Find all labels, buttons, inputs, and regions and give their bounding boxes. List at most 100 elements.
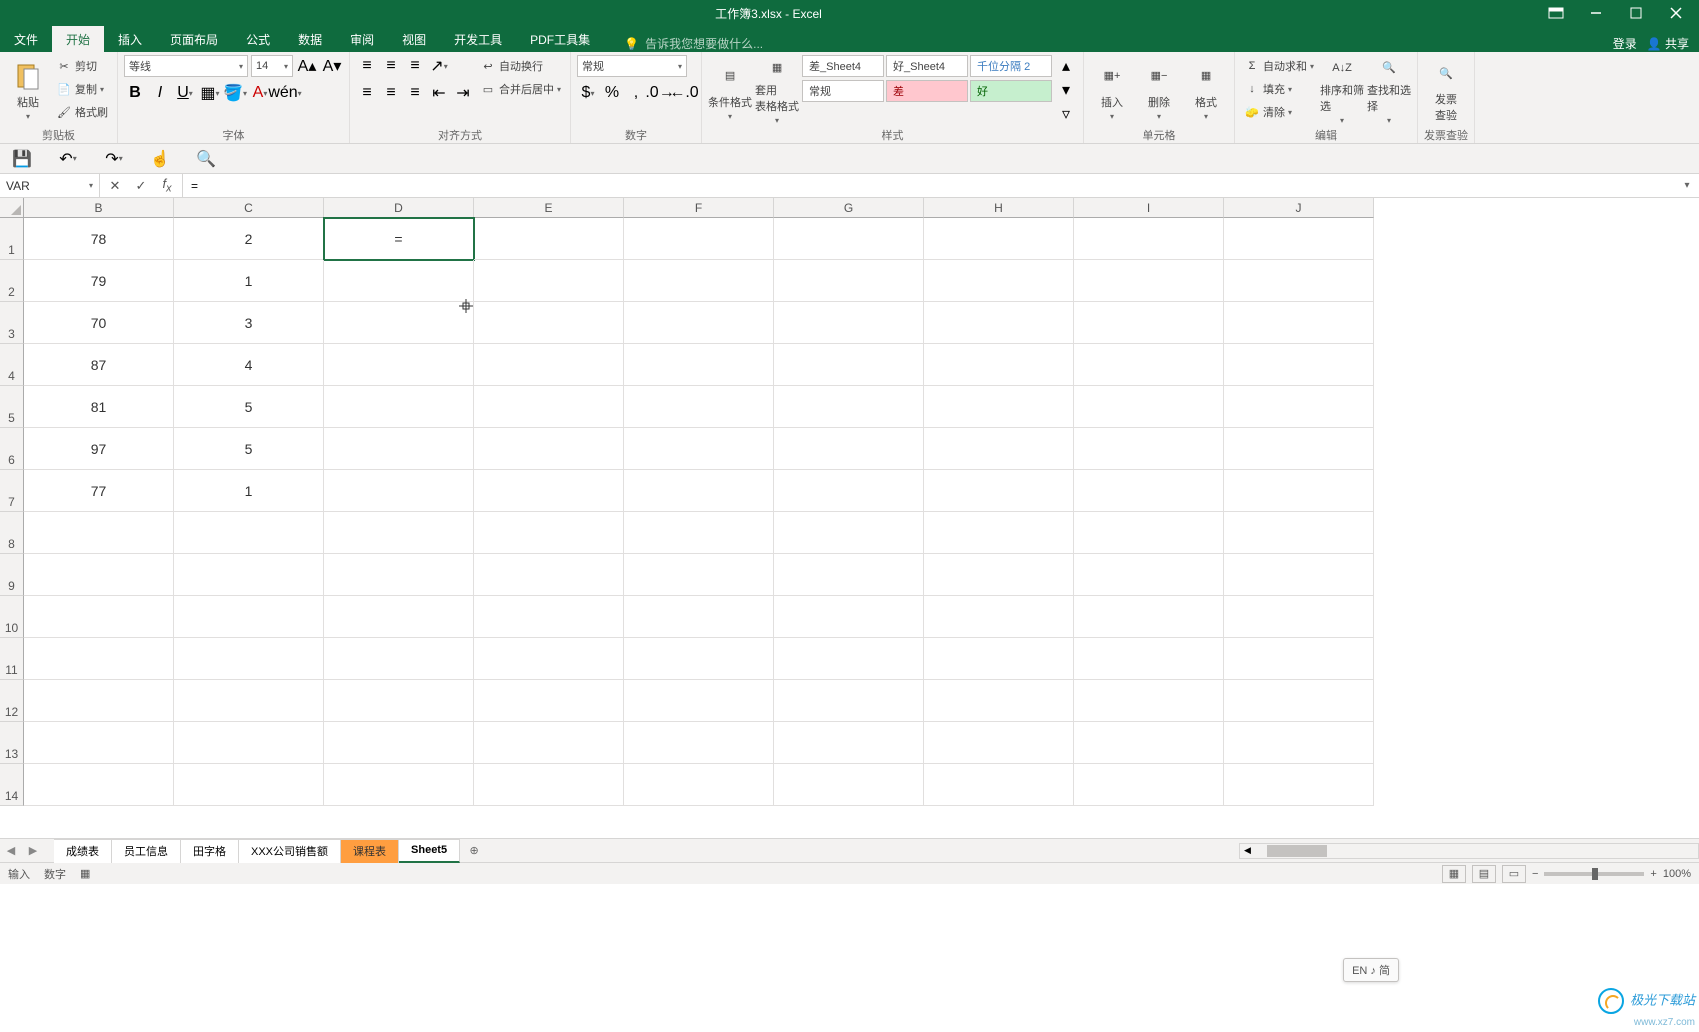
- cell-J8[interactable]: [1224, 512, 1374, 554]
- row-head-5[interactable]: 5: [0, 386, 24, 428]
- cell-B4[interactable]: 87: [24, 344, 174, 386]
- paste-button[interactable]: 粘贴▾: [6, 55, 50, 125]
- sheet-tab-1[interactable]: 员工信息: [112, 839, 181, 863]
- cell-D3[interactable]: [324, 302, 474, 344]
- wrap-text-button[interactable]: ↩自动换行: [477, 55, 564, 77]
- cell-J2[interactable]: [1224, 260, 1374, 302]
- align-left-icon[interactable]: ≡: [356, 82, 378, 104]
- style-bad-sheet4[interactable]: 差_Sheet4: [802, 55, 884, 77]
- cell-F11[interactable]: [624, 638, 774, 680]
- cell-C12[interactable]: [174, 680, 324, 722]
- cell-C9[interactable]: [174, 554, 324, 596]
- cell-C1[interactable]: 2: [174, 218, 324, 260]
- col-head-G[interactable]: G: [774, 198, 924, 218]
- cell-E5[interactable]: [474, 386, 624, 428]
- row-head-14[interactable]: 14: [0, 764, 24, 806]
- cell-D9[interactable]: [324, 554, 474, 596]
- copy-button[interactable]: 📄复制 ▾: [53, 78, 111, 100]
- row-head-7[interactable]: 7: [0, 470, 24, 512]
- cell-D4[interactable]: [324, 344, 474, 386]
- tab-developer[interactable]: 开发工具: [440, 26, 516, 52]
- cell-G2[interactable]: [774, 260, 924, 302]
- cell-J10[interactable]: [1224, 596, 1374, 638]
- cell-B12[interactable]: [24, 680, 174, 722]
- horizontal-scrollbar[interactable]: ◀: [1239, 843, 1699, 859]
- cell-B7[interactable]: 77: [24, 470, 174, 512]
- cell-B5[interactable]: 81: [24, 386, 174, 428]
- cell-I4[interactable]: [1074, 344, 1224, 386]
- sheet-tab-3[interactable]: XXX公司销售额: [239, 839, 341, 863]
- cell-I7[interactable]: [1074, 470, 1224, 512]
- cell-H7[interactable]: [924, 470, 1074, 512]
- font-size-combo[interactable]: 14▾: [251, 55, 293, 77]
- cell-G12[interactable]: [774, 680, 924, 722]
- cell-F2[interactable]: [624, 260, 774, 302]
- cell-I8[interactable]: [1074, 512, 1224, 554]
- cell-E1[interactable]: [474, 218, 624, 260]
- zoom-slider[interactable]: [1544, 872, 1644, 876]
- tab-view[interactable]: 视图: [388, 26, 440, 52]
- zoom-out-icon[interactable]: −: [1532, 868, 1538, 880]
- number-format-combo[interactable]: 常规▾: [577, 55, 687, 77]
- cell-F13[interactable]: [624, 722, 774, 764]
- cell-B8[interactable]: [24, 512, 174, 554]
- style-scroll-up-icon[interactable]: ▴: [1055, 55, 1077, 77]
- cell-G5[interactable]: [774, 386, 924, 428]
- cell-D14[interactable]: [324, 764, 474, 806]
- cell-C2[interactable]: 1: [174, 260, 324, 302]
- delete-cells-button[interactable]: ▦−删除▾: [1137, 55, 1181, 125]
- cell-E11[interactable]: [474, 638, 624, 680]
- decimal-inc-icon[interactable]: .0→: [649, 82, 671, 104]
- sheet-nav-prev-icon[interactable]: ▶: [22, 839, 44, 863]
- border-icon[interactable]: ▦▾: [199, 82, 221, 104]
- view-normal-icon[interactable]: ▦: [1442, 865, 1466, 883]
- cell-I11[interactable]: [1074, 638, 1224, 680]
- cell-H3[interactable]: [924, 302, 1074, 344]
- style-scroll-down-icon[interactable]: ▾: [1055, 79, 1077, 101]
- col-head-C[interactable]: C: [174, 198, 324, 218]
- cell-E2[interactable]: [474, 260, 624, 302]
- row-head-11[interactable]: 11: [0, 638, 24, 680]
- cell-C7[interactable]: 1: [174, 470, 324, 512]
- sheet-tab-2[interactable]: 田字格: [181, 839, 239, 863]
- cell-F1[interactable]: [624, 218, 774, 260]
- cell-F6[interactable]: [624, 428, 774, 470]
- view-pagelayout-icon[interactable]: ▤: [1472, 865, 1496, 883]
- style-good-sheet4[interactable]: 好_Sheet4: [886, 55, 968, 77]
- cell-I3[interactable]: [1074, 302, 1224, 344]
- cell-F4[interactable]: [624, 344, 774, 386]
- sheet-tab-4[interactable]: 课程表: [341, 839, 399, 863]
- ribbon-options-icon[interactable]: [1537, 0, 1575, 26]
- format-cells-button[interactable]: ▦格式▾: [1184, 55, 1228, 125]
- cell-C6[interactable]: 5: [174, 428, 324, 470]
- percent-icon[interactable]: %: [601, 82, 623, 104]
- cell-G3[interactable]: [774, 302, 924, 344]
- cell-G9[interactable]: [774, 554, 924, 596]
- cell-D8[interactable]: [324, 512, 474, 554]
- cell-D2[interactable]: [324, 260, 474, 302]
- cell-F8[interactable]: [624, 512, 774, 554]
- cell-H1[interactable]: [924, 218, 1074, 260]
- expand-formula-bar-icon[interactable]: ▾: [1675, 174, 1699, 197]
- align-middle-icon[interactable]: ≡: [380, 55, 402, 77]
- cell-J9[interactable]: [1224, 554, 1374, 596]
- ime-indicator[interactable]: EN ♪ 简: [1343, 958, 1399, 982]
- cell-H12[interactable]: [924, 680, 1074, 722]
- insert-cells-button[interactable]: ▦+插入▾: [1090, 55, 1134, 125]
- cell-G4[interactable]: [774, 344, 924, 386]
- cell-B9[interactable]: [24, 554, 174, 596]
- close-icon[interactable]: [1657, 0, 1695, 26]
- cell-G11[interactable]: [774, 638, 924, 680]
- cell-D1[interactable]: =: [324, 218, 474, 260]
- cell-D12[interactable]: [324, 680, 474, 722]
- cell-H2[interactable]: [924, 260, 1074, 302]
- undo-icon[interactable]: ↶ ▾: [54, 147, 82, 171]
- increase-font-icon[interactable]: A▴: [296, 55, 318, 77]
- cell-E8[interactable]: [474, 512, 624, 554]
- cell-J14[interactable]: [1224, 764, 1374, 806]
- cell-D11[interactable]: [324, 638, 474, 680]
- zoom-in-icon[interactable]: +: [1650, 868, 1656, 880]
- cell-H9[interactable]: [924, 554, 1074, 596]
- col-head-B[interactable]: B: [24, 198, 174, 218]
- cell-F14[interactable]: [624, 764, 774, 806]
